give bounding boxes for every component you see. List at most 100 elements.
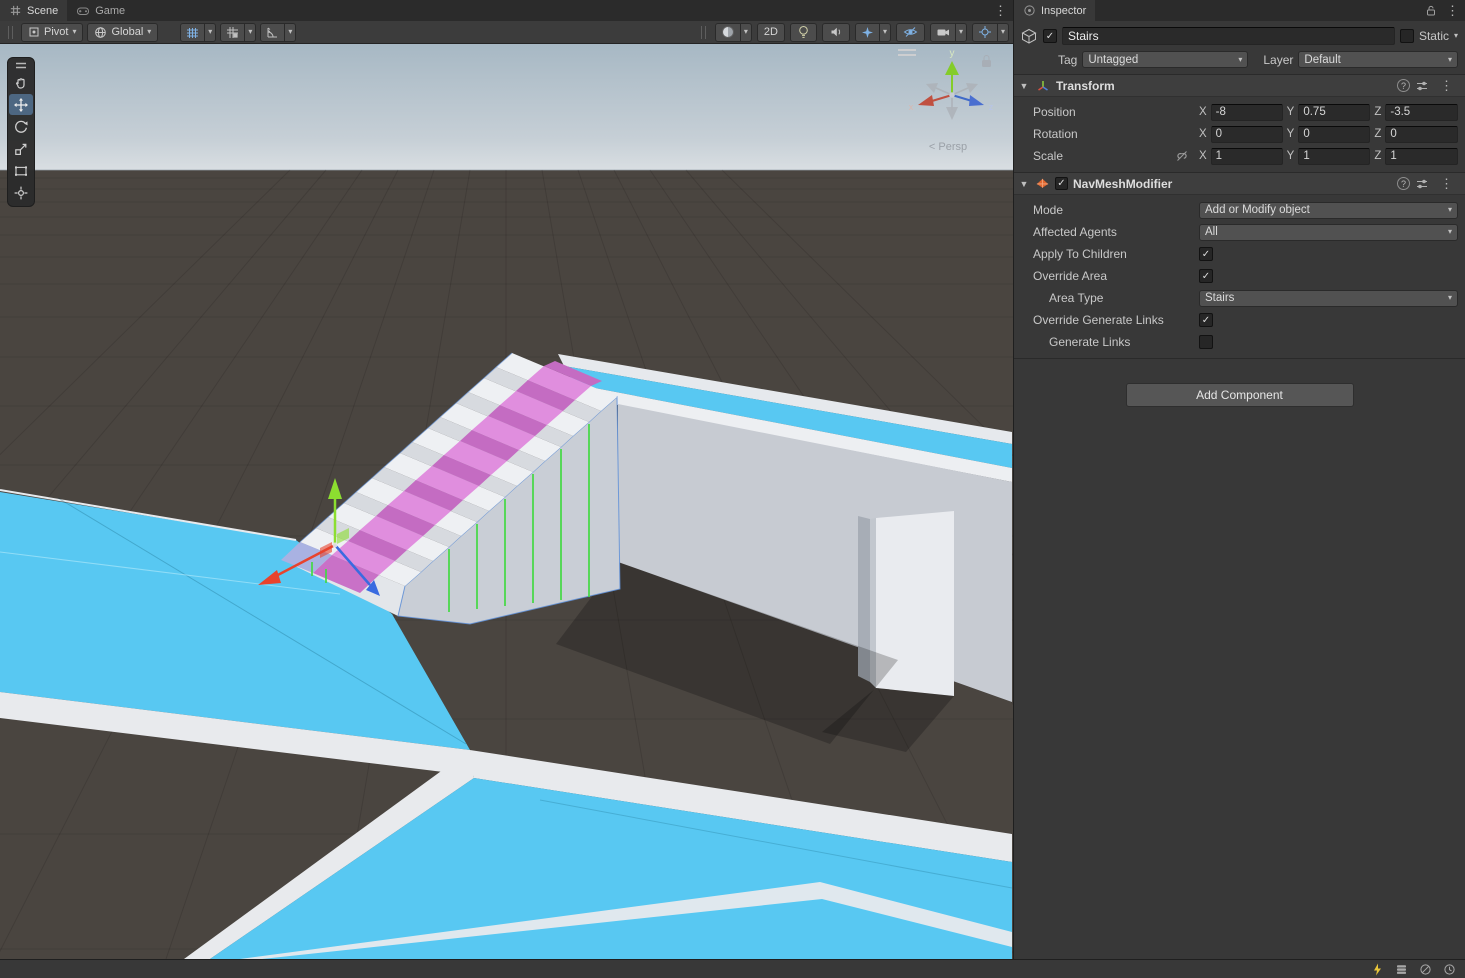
gizmo-hub[interactable] [949, 92, 955, 98]
static-dropdown-caret[interactable]: ▾ [1454, 32, 1458, 40]
z-axis-label: Z [1374, 106, 1381, 118]
override-area-checkbox[interactable]: ✓ [1199, 269, 1213, 283]
apply-to-children-checkbox[interactable]: ✓ [1199, 247, 1213, 261]
foldout-icon[interactable]: ▼ [1018, 179, 1030, 189]
shading-mode-button[interactable]: ▾ [715, 23, 752, 42]
transform-component-icon [1035, 78, 1051, 94]
z-axis-label: Z [1374, 128, 1381, 140]
lightning-icon[interactable] [1371, 963, 1384, 976]
mode-dropdown[interactable]: Add or Modify object ▾ [1199, 202, 1458, 219]
shading-caret-icon[interactable]: ▾ [740, 24, 751, 41]
scale-tool-button[interactable] [9, 138, 33, 159]
view-hand-tool-button[interactable] [9, 72, 33, 93]
scale-z-field[interactable]: 1 [1385, 148, 1458, 165]
increment-snap-icon [266, 26, 279, 39]
navmeshmodifier-header[interactable]: ▼ ✓ NavMeshModifier ? ⋮ [1014, 173, 1465, 195]
area-type-dropdown[interactable]: Stairs ▾ [1199, 290, 1458, 307]
global-axis-button[interactable]: Global ▾ [87, 23, 158, 42]
grid-caret-icon[interactable]: ▾ [204, 24, 215, 41]
position-y-field[interactable]: 0.75 [1298, 104, 1370, 121]
help-icon[interactable]: ? [1397, 79, 1410, 92]
scene-audio-button[interactable] [822, 23, 850, 42]
tab-scene[interactable]: Scene [0, 0, 67, 21]
scale-x-field[interactable]: 1 [1211, 148, 1283, 165]
presets-icon[interactable] [1415, 79, 1429, 93]
shaded-sphere-icon [721, 25, 735, 39]
lightbulb-icon [797, 25, 810, 39]
pivot-caret-icon: ▾ [72, 28, 76, 36]
rotation-x-field[interactable]: 0 [1211, 126, 1283, 143]
scene-lighting-button[interactable] [790, 23, 817, 42]
component-enabled-checkbox[interactable]: ✓ [1055, 177, 1068, 190]
pivot-mode-button[interactable]: Pivot ▾ [21, 23, 83, 42]
axis-z-label: z [989, 102, 994, 112]
gizmo-lock-icon[interactable] [982, 60, 991, 67]
scene-viewport[interactable]: y x z < Persp [0, 44, 1013, 959]
scene-camera-button[interactable]: ▾ [930, 23, 967, 42]
rect-tool-icon [13, 163, 29, 179]
scene-toolbar: Pivot ▾ Global ▾ ▾ ▾ ▾ ▾ 2D [0, 21, 1013, 44]
move-tool-icon [13, 97, 29, 113]
inspector-lock-button[interactable] [1422, 0, 1440, 21]
stack-icon[interactable] [1395, 963, 1408, 976]
generate-links-checkbox[interactable] [1199, 335, 1213, 349]
clock-icon[interactable] [1443, 963, 1456, 976]
toolbar-drag-handle[interactable] [8, 26, 13, 39]
gizmos-caret-icon[interactable]: ▾ [997, 24, 1008, 41]
component-menu-icon[interactable]: ⋮ [1434, 176, 1459, 192]
transform-tool-button[interactable] [9, 182, 33, 203]
add-component-button[interactable]: Add Component [1126, 383, 1354, 407]
static-label: Static [1419, 29, 1449, 43]
position-z-field[interactable]: -3.5 [1385, 104, 1458, 121]
gizmo-center[interactable] [333, 543, 338, 548]
rotate-tool-button[interactable] [9, 116, 33, 137]
scene-visibility-button[interactable] [896, 23, 925, 42]
rotate-tool-icon [13, 119, 29, 135]
presets-icon[interactable] [1415, 177, 1429, 191]
help-icon[interactable]: ? [1397, 177, 1410, 190]
increment-snap-caret-icon[interactable]: ▾ [284, 24, 295, 41]
transform-header[interactable]: ▼ Transform ? ⋮ [1014, 75, 1465, 97]
static-checkbox[interactable] [1400, 29, 1414, 43]
scene-pane-menu-icon[interactable]: ⋮ [988, 0, 1013, 21]
layer-dropdown[interactable]: Default ▾ [1298, 51, 1458, 68]
grid-snap-button[interactable]: ▾ [220, 23, 256, 42]
rotation-z-field[interactable]: 0 [1385, 126, 1458, 143]
foldout-icon[interactable]: ▼ [1018, 81, 1030, 91]
override-generate-links-label: Override Generate Links [1033, 313, 1199, 327]
move-tool-button[interactable] [9, 94, 33, 115]
inspector-menu-icon[interactable]: ⋮ [1440, 0, 1465, 21]
rect-tool-button[interactable] [9, 160, 33, 181]
constrain-proportions-link-icon[interactable] [1175, 149, 1189, 163]
position-x-field[interactable]: -8 [1211, 104, 1283, 121]
grid-visibility-button[interactable]: ▾ [180, 23, 216, 42]
override-generate-links-checkbox[interactable]: ✓ [1199, 313, 1213, 327]
tag-dropdown[interactable]: Untagged ▾ [1082, 51, 1248, 68]
scale-y-field[interactable]: 1 [1298, 148, 1370, 165]
slash-circle-icon[interactable] [1419, 963, 1432, 976]
rotation-row: Rotation X0 Y0 Z0 [1014, 124, 1458, 144]
gameobject-name-field[interactable]: Stairs [1062, 27, 1395, 45]
tab-inspector[interactable]: Inspector [1014, 0, 1095, 21]
generate-links-row: Generate Links [1014, 332, 1458, 352]
tab-game[interactable]: Game [67, 0, 134, 21]
overlay-drag-handle[interactable] [15, 61, 27, 71]
sky [0, 44, 1013, 170]
x-axis-label: X [1199, 128, 1207, 140]
effects-star-icon [861, 26, 874, 39]
grid-snap-caret-icon[interactable]: ▾ [244, 24, 255, 41]
active-checkbox[interactable]: ✓ [1043, 29, 1057, 43]
effects-caret-icon[interactable]: ▾ [879, 24, 890, 41]
2d-toggle-button[interactable]: 2D [757, 23, 785, 42]
gizmos-button[interactable]: ▾ [972, 23, 1009, 42]
increment-snap-button[interactable]: ▾ [260, 23, 296, 42]
projection-label[interactable]: < Persp [929, 141, 967, 153]
grid-snap-icon [226, 26, 239, 39]
camera-caret-icon[interactable]: ▾ [955, 24, 966, 41]
toolbar-drag-handle-right[interactable] [701, 26, 706, 39]
rotation-y-field[interactable]: 0 [1298, 126, 1370, 143]
scene-effects-button[interactable]: ▾ [855, 23, 891, 42]
component-menu-icon[interactable]: ⋮ [1434, 78, 1459, 94]
affected-agents-dropdown[interactable]: All ▾ [1199, 224, 1458, 241]
dropdown-caret-icon: ▾ [1448, 294, 1452, 302]
